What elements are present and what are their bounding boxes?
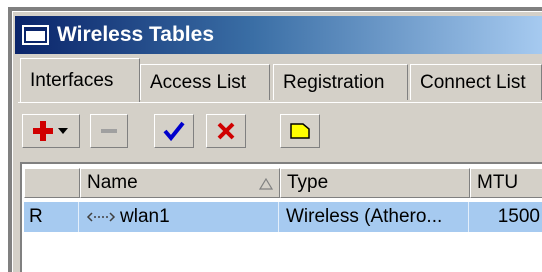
column-header-type[interactable]: Type	[280, 168, 470, 198]
tab-registration[interactable]: Registration	[273, 64, 408, 100]
row-name-cell: wlan1	[86, 202, 276, 232]
row-mtu: 1500	[497, 206, 540, 227]
enable-button[interactable]	[154, 114, 194, 148]
cell-divider	[78, 202, 79, 232]
tab-connect-list[interactable]: Connect List	[410, 64, 542, 100]
tab-label: Registration	[283, 71, 385, 93]
header-label: Type	[287, 172, 329, 193]
column-header-flag[interactable]	[24, 168, 80, 198]
row-name: wlan1	[120, 206, 170, 227]
interface-icon	[86, 212, 116, 222]
tab-strip: Interfaces Access List Registration Conn…	[18, 58, 542, 104]
row-flag: R	[29, 206, 43, 227]
tab-access-list[interactable]: Access List	[140, 64, 270, 100]
add-button[interactable]	[22, 114, 80, 148]
comment-button[interactable]	[280, 114, 320, 148]
table-row[interactable]: R wlan1 Wireless (Athero... 1500	[24, 202, 542, 232]
window-icon	[22, 25, 49, 45]
check-icon	[163, 121, 185, 142]
sort-ascending-icon	[259, 178, 273, 190]
plus-icon	[33, 121, 68, 141]
tab-divider	[18, 102, 542, 103]
title-bar[interactable]: Wireless Tables	[15, 16, 542, 54]
cell-divider	[278, 202, 279, 232]
minus-icon	[101, 129, 117, 133]
tab-label: Access List	[150, 71, 247, 93]
tab-label: Interfaces	[30, 69, 114, 91]
column-header-name[interactable]: Name	[80, 168, 280, 198]
interfaces-table: Name Type MTU R wlan1 Wireless (Athero..…	[20, 162, 542, 272]
tab-label: Connect List	[420, 71, 526, 93]
disable-button[interactable]	[206, 114, 246, 148]
tab-interfaces[interactable]: Interfaces	[20, 58, 140, 102]
window-title: Wireless Tables	[57, 23, 214, 46]
remove-button[interactable]	[90, 114, 128, 148]
header-label: MTU	[477, 172, 519, 193]
note-icon	[290, 123, 310, 139]
row-type: Wireless (Athero...	[286, 206, 443, 227]
cell-divider	[468, 202, 469, 232]
x-icon	[217, 122, 235, 140]
toolbar	[18, 110, 542, 156]
column-header-mtu[interactable]: MTU	[470, 168, 542, 198]
header-label: Name	[87, 172, 138, 193]
